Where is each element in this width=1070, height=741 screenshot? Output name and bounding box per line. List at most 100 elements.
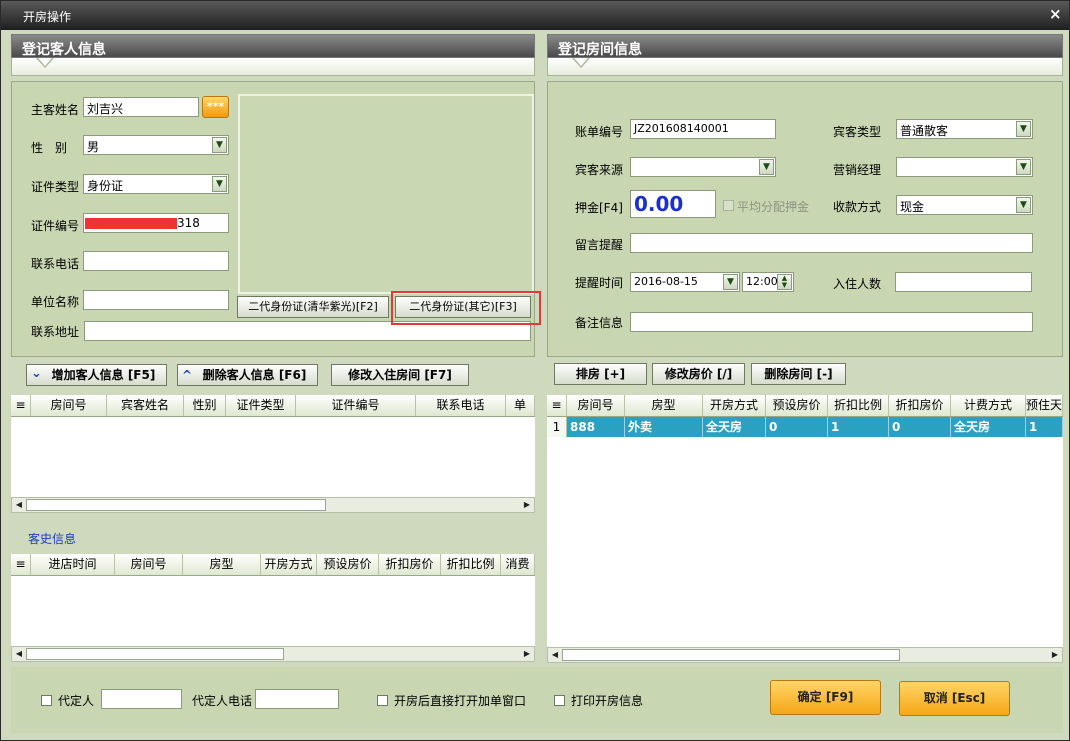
col-discount-price[interactable]: 折扣房价 [379,554,441,575]
col-more[interactable]: 单 [506,395,535,416]
col-room-type[interactable]: 房型 [183,554,261,575]
col-discount-ratio[interactable]: 折扣比例 [441,554,501,575]
title-bar[interactable]: 开房操作 × [1,1,1069,30]
scroll-right-icon[interactable]: ▶ [520,647,534,661]
window-title: 开房操作 [23,10,72,24]
col-days[interactable]: 预住天 [1026,395,1063,416]
guest-grid-scrollbar[interactable]: ◀ ▶ [11,497,535,513]
chevron-down-icon[interactable]: ▼ [759,159,774,175]
col-room-no[interactable]: 房间号 [567,395,625,416]
col-room-type[interactable]: 房型 [625,395,703,416]
deposit-label: 押金[F4] [575,201,623,215]
col-gender[interactable]: 性别 [184,395,226,416]
company-input[interactable] [83,290,229,310]
col-preset-price[interactable]: 预设房价 [317,554,379,575]
idno-input[interactable]: 318 [83,213,229,233]
occupants-input[interactable] [895,272,1032,292]
col-guest-name[interactable]: 宾客姓名 [107,395,184,416]
name-lookup-button[interactable]: *** [202,96,229,118]
history-grid-scrollbar[interactable]: ◀ ▶ [11,646,535,662]
edit-price-button[interactable]: 修改房价 [/] [652,363,745,385]
room-grid-body[interactable]: 1 888 外卖 全天房 0 1 0 全天房 1 [547,417,1063,647]
close-icon[interactable]: × [1049,5,1062,23]
agent-label: 代定人 [58,694,95,708]
spinner-icon[interactable]: ▲ ▼ [777,274,792,290]
col-checkin-time[interactable]: 进店时间 [31,554,115,575]
agent-input[interactable] [101,689,182,709]
add-guest-button[interactable]: ⌄ 增加客人信息 [F5] [26,364,167,386]
cancel-button[interactable]: 取消 [Esc] [899,681,1010,716]
avg-deposit-label: 平均分配押金 [737,200,810,214]
chevron-down-icon[interactable]: ▼ [723,274,738,290]
arrange-room-button[interactable]: 排房 [+] [554,363,647,385]
scroll-thumb[interactable] [26,499,326,511]
guest-form-panel: 主客姓名 刘吉兴 *** 性 别 男 ▼ 证件类型 身份证 ▼ 证件编号 318 联… [11,81,541,357]
manager-select[interactable]: ▼ [896,157,1033,177]
col-consume[interactable]: 消费 [501,554,535,575]
col-room-no[interactable]: 房间号 [31,395,107,416]
idtype-select[interactable]: 身份证 ▼ [83,174,229,194]
remind-date-select[interactable]: 2016-08-15 ▼ [630,272,740,292]
history-grid-body[interactable] [11,576,535,646]
grid-menu-icon[interactable]: ≡ [547,395,567,416]
col-open-mode[interactable]: 开房方式 [703,395,766,416]
agent-phone-label: 代定人电话 [192,694,253,708]
col-discount-ratio[interactable]: 折扣比例 [828,395,889,416]
row-index: 1 [547,417,567,437]
scroll-left-icon[interactable]: ◀ [548,648,562,662]
chevron-down-icon[interactable]: ▼ [212,137,227,153]
payment-select[interactable]: 现金 ▼ [896,195,1033,215]
print-checkbox[interactable] [554,695,565,706]
open-bill-checkbox[interactable] [377,695,388,706]
source-select[interactable]: ▼ [630,157,776,177]
phone-input[interactable] [83,251,229,271]
cell-discount: 0 [889,417,951,437]
remind-label: 提醒时间 [575,276,624,290]
agent-checkbox[interactable] [41,695,52,706]
address-label: 联系地址 [31,325,80,339]
col-id-type[interactable]: 证件类型 [226,395,296,416]
chevron-down-icon[interactable]: ▼ [1016,159,1031,175]
id-card-f2-button[interactable]: 二代身份证(清华紫光)[F2] [237,296,389,318]
scroll-thumb[interactable] [562,649,900,661]
guest-grid-body[interactable] [11,417,535,497]
col-open-mode[interactable]: 开房方式 [261,554,317,575]
scroll-left-icon[interactable]: ◀ [12,498,26,512]
delete-room-button[interactable]: 删除房间 [-] [751,363,846,385]
avg-deposit-checkbox[interactable] [723,200,734,211]
table-row[interactable]: 888 外卖 全天房 0 1 0 全天房 1 [567,417,1063,437]
message-input[interactable] [630,233,1033,253]
scroll-left-icon[interactable]: ◀ [12,647,26,661]
grid-menu-icon[interactable]: ≡ [11,554,31,575]
gender-select[interactable]: 男 ▼ [83,135,229,155]
room-grid-scrollbar[interactable]: ◀ ▶ [547,647,1063,663]
col-room-no[interactable]: 房间号 [115,554,183,575]
grid-menu-icon[interactable]: ≡ [11,395,31,416]
confirm-button[interactable]: 确定 [F9] [770,680,881,715]
phone-label: 联系电话 [31,257,80,271]
agent-phone-input[interactable] [255,689,339,709]
idtype-label: 证件类型 [31,180,80,194]
col-discount-price[interactable]: 折扣房价 [889,395,951,416]
col-billing[interactable]: 计费方式 [951,395,1026,416]
remind-time-spinner[interactable]: 12:00 ▲ ▼ [742,272,794,292]
col-preset-price[interactable]: 预设房价 [766,395,828,416]
col-phone[interactable]: 联系电话 [416,395,506,416]
chevron-down-icon[interactable]: ▼ [1016,197,1031,213]
scroll-thumb[interactable] [26,648,284,660]
delete-guest-button[interactable]: ^ 删除客人信息 [F6] [177,364,318,386]
guesttype-label: 宾客类型 [833,125,882,139]
bill-no-input[interactable]: JZ201608140001 [630,119,776,139]
guesttype-select[interactable]: 普通散客 ▼ [896,119,1033,139]
notes-input[interactable] [630,312,1033,332]
edit-room-button[interactable]: 修改入住房间 [F7] [331,364,469,386]
scroll-right-icon[interactable]: ▶ [1048,648,1062,662]
chevron-down-icon[interactable]: ▼ [212,176,227,192]
col-id-no[interactable]: 证件编号 [296,395,416,416]
chevron-down-icon: ⌄ [31,366,42,381]
deposit-input[interactable]: 0.00 [630,190,716,218]
chevron-down-icon[interactable]: ▼ [1016,121,1031,137]
scroll-right-icon[interactable]: ▶ [520,498,534,512]
guest-name-input[interactable]: 刘吉兴 [83,97,199,117]
idtype-value: 身份证 [87,179,124,193]
